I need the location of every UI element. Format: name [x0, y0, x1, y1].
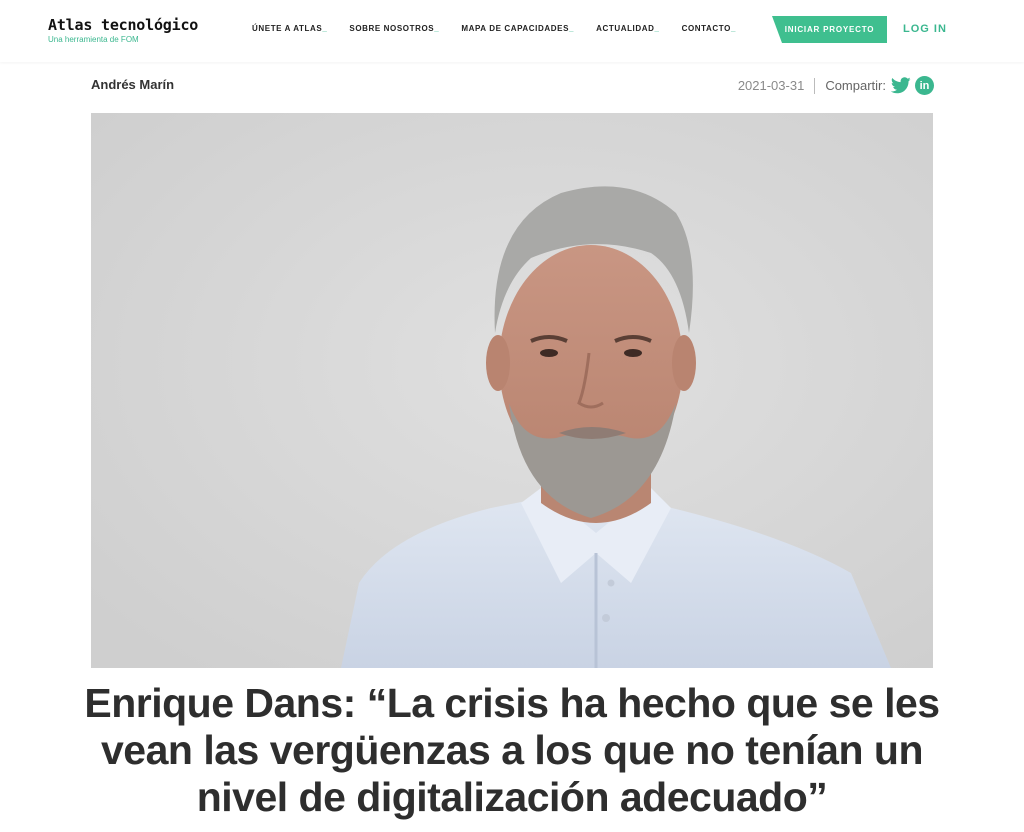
nav-item-label: ACTUALIDAD [596, 24, 655, 33]
portrait-illustration [91, 113, 933, 668]
article-date: 2021-03-31 [737, 78, 805, 93]
nav-item-label: CONTACTO [681, 24, 731, 33]
nav-item-actualidad[interactable]: ACTUALIDAD_ [596, 24, 660, 33]
article-hero-image [91, 113, 933, 668]
site-logo[interactable]: Atlas tecnológico Una herramienta de FOM [48, 16, 198, 44]
nav-item-mapa[interactable]: MAPA DE CAPACIDADES_ [461, 24, 574, 33]
logo-subtitle: Una herramienta de FOM [48, 35, 139, 44]
nav-item-label: ÚNETE A ATLAS [252, 24, 323, 33]
login-link[interactable]: LOG IN [903, 23, 947, 35]
nav-item-sobre-nosotros[interactable]: SOBRE NOSOTROS_ [349, 24, 439, 33]
article-headline: Enrique Dans: “La crisis ha hecho que se… [84, 680, 940, 820]
linkedin-icon[interactable]: in [915, 76, 934, 95]
nav-item-contacto[interactable]: CONTACTO_ [682, 24, 736, 33]
nav-item-label: MAPA DE CAPACIDADES [461, 24, 570, 33]
twitter-icon[interactable] [891, 77, 911, 94]
article-meta: 2021-03-31 Compartir: in [738, 76, 934, 95]
site-header: Atlas tecnológico Una herramienta de FOM… [0, 0, 1024, 62]
nav-item-label: SOBRE NOSOTROS [349, 24, 435, 33]
article-author[interactable]: Andrés Marín [91, 77, 174, 92]
start-project-button[interactable]: INICIAR PROYECTO [772, 16, 887, 43]
share-label: Compartir: [825, 78, 886, 93]
main-nav: ÚNETE A ATLAS_ SOBRE NOSOTROS_ MAPA DE C… [252, 24, 736, 33]
nav-item-unete[interactable]: ÚNETE A ATLAS_ [252, 24, 327, 33]
logo-title: Atlas tecnológico [48, 16, 199, 34]
meta-divider [814, 77, 816, 94]
